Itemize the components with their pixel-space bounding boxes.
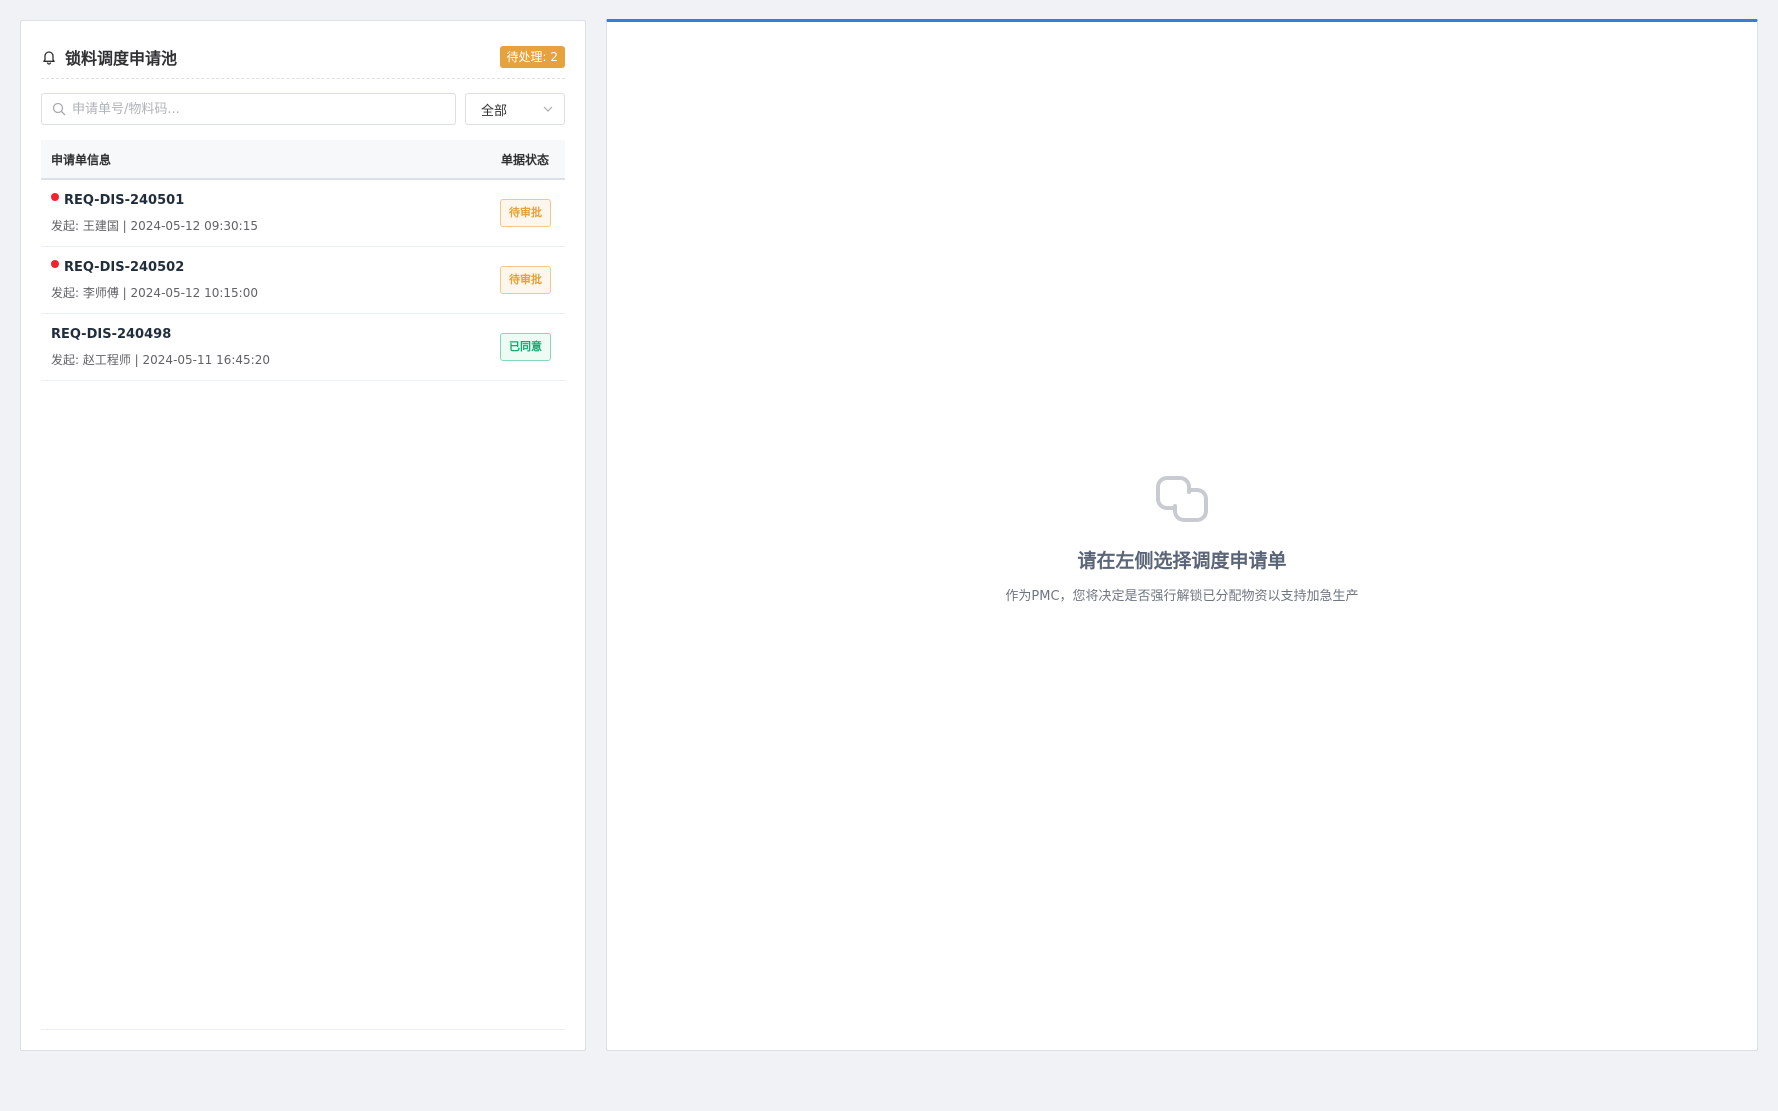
request-row[interactable]: REQ-DIS-240502 发起: 李师傅 | 2024-05-12 10:1… bbox=[41, 247, 565, 314]
request-row[interactable]: REQ-DIS-240501 发起: 王建国 | 2024-05-12 09:3… bbox=[41, 180, 565, 247]
search-input[interactable] bbox=[72, 101, 432, 117]
chevron-down-icon bbox=[542, 103, 554, 115]
pending-count-badge: 待处理: 2 bbox=[499, 45, 565, 68]
request-id-wrap: REQ-DIS-240501 bbox=[51, 193, 258, 208]
status-badge: 待审批 bbox=[500, 266, 551, 294]
empty-state-description: 作为PMC，您将决定是否强行解锁已分配物资以支持加急生产 bbox=[1005, 589, 1359, 604]
request-info: REQ-DIS-240501 发起: 王建国 | 2024-05-12 09:3… bbox=[51, 193, 258, 234]
search-box[interactable] bbox=[41, 93, 456, 125]
page-title: 锁料调度申请池 bbox=[65, 48, 178, 68]
request-meta: 发起: 赵工程师 | 2024-05-11 16:45:20 bbox=[51, 352, 270, 367]
request-meta: 发起: 李师傅 | 2024-05-12 10:15:00 bbox=[51, 285, 258, 300]
request-info: REQ-DIS-240502 发起: 李师傅 | 2024-05-12 10:1… bbox=[51, 260, 258, 301]
request-info: REQ-DIS-240498 发起: 赵工程师 | 2024-05-11 16:… bbox=[51, 327, 270, 368]
list-header: 申请单信息 单据状态 bbox=[41, 140, 565, 180]
request-pool-panel: 锁料调度申请池 待处理: 2 全部 申请单信息 单据状态 bbox=[20, 20, 586, 1051]
status-badge: 待审批 bbox=[500, 199, 551, 227]
status-filter-value: 全部 bbox=[481, 103, 508, 119]
request-row[interactable]: REQ-DIS-240498 发起: 赵工程师 | 2024-05-11 16:… bbox=[41, 314, 565, 381]
request-meta: 发起: 王建国 | 2024-05-12 09:30:15 bbox=[51, 218, 258, 233]
unread-dot bbox=[51, 260, 59, 268]
status-filter-select[interactable]: 全部 bbox=[465, 93, 565, 125]
unread-dot bbox=[51, 193, 59, 201]
title-wrap: 锁料调度申请池 bbox=[41, 45, 177, 69]
request-id-wrap: REQ-DIS-240498 bbox=[51, 327, 270, 342]
request-id: REQ-DIS-240498 bbox=[51, 326, 172, 342]
column-header-status: 单据状态 bbox=[500, 152, 549, 167]
filter-row: 全部 bbox=[41, 93, 565, 125]
list-footer-divider bbox=[41, 1029, 565, 1030]
link-icon bbox=[1154, 474, 1210, 524]
column-header-info: 申请单信息 bbox=[51, 152, 112, 167]
request-id-wrap: REQ-DIS-240502 bbox=[51, 260, 258, 275]
status-badge: 已同意 bbox=[500, 333, 551, 361]
empty-state-title: 请在左侧选择调度申请单 bbox=[1077, 550, 1287, 572]
bell-icon bbox=[41, 49, 57, 65]
panel-header: 锁料调度申请池 待处理: 2 bbox=[41, 21, 565, 79]
search-icon bbox=[52, 102, 66, 116]
request-id: REQ-DIS-240502 bbox=[64, 259, 185, 275]
detail-panel: 请在左侧选择调度申请单 作为PMC，您将决定是否强行解锁已分配物资以支持加急生产 bbox=[606, 19, 1758, 1051]
request-id: REQ-DIS-240501 bbox=[64, 192, 185, 208]
empty-state: 请在左侧选择调度申请单 作为PMC，您将决定是否强行解锁已分配物资以支持加急生产 bbox=[607, 474, 1757, 604]
